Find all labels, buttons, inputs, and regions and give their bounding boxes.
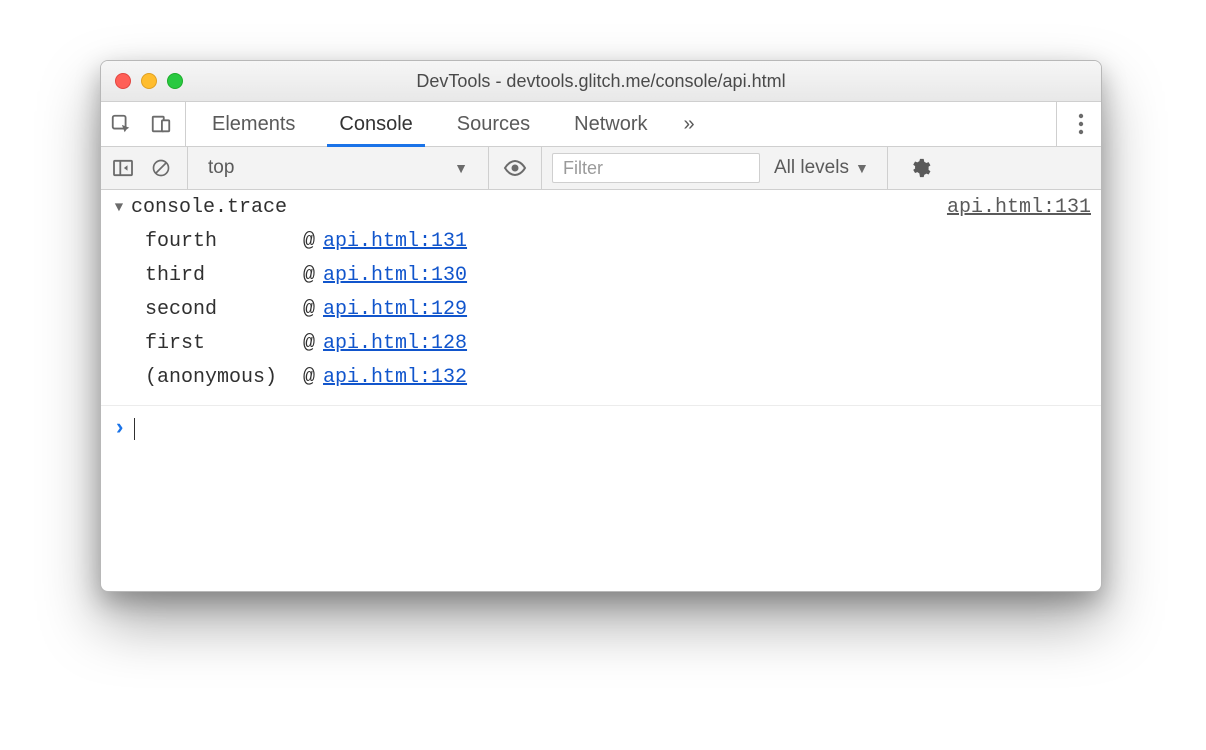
at-symbol: @ <box>303 259 315 293</box>
stack-frame: first @ api.html:128 <box>145 327 1091 361</box>
console-toolbar: top ▼ All levels ▼ <box>101 147 1101 190</box>
inspect-element-button[interactable] <box>101 113 141 135</box>
trace-header: ▼ console.trace api.html:131 <box>111 196 1091 219</box>
close-window-button[interactable] <box>115 73 131 89</box>
tab-label: Network <box>574 113 647 136</box>
text-cursor <box>134 418 135 440</box>
title-bar: DevTools - devtools.glitch.me/console/ap… <box>101 61 1101 102</box>
console-settings-button[interactable] <box>898 157 942 179</box>
frame-location-link[interactable]: api.html:130 <box>323 259 467 293</box>
frame-function: fourth <box>145 225 295 259</box>
tab-label: Sources <box>457 113 530 136</box>
device-toolbar-button[interactable] <box>141 113 181 135</box>
window-title: DevTools - devtools.glitch.me/console/ap… <box>101 71 1101 92</box>
stack-frame: fourth @ api.html:131 <box>145 225 1091 259</box>
separator <box>887 147 888 189</box>
kebab-icon <box>1078 113 1084 135</box>
zoom-window-button[interactable] <box>167 73 183 89</box>
tab-network[interactable]: Network <box>552 102 669 146</box>
disclosure-triangle[interactable]: ▼ <box>111 200 127 216</box>
frame-location-link[interactable]: api.html:131 <box>323 225 467 259</box>
tab-label: Console <box>339 113 412 136</box>
panel-tab-bar: Elements Console Sources Network » <box>101 102 1101 147</box>
separator <box>1056 102 1057 146</box>
levels-label: All levels <box>774 157 849 179</box>
minimize-window-button[interactable] <box>141 73 157 89</box>
trace-label: console.trace <box>131 196 287 219</box>
filter-input[interactable] <box>561 157 751 180</box>
console-prompt[interactable]: › <box>101 406 1101 451</box>
log-levels-selector[interactable]: All levels ▼ <box>766 157 877 179</box>
context-selector[interactable]: top ▼ <box>198 157 478 179</box>
context-label: top <box>208 157 234 179</box>
gear-icon <box>909 157 931 179</box>
separator <box>185 102 186 146</box>
frame-function: third <box>145 259 295 293</box>
console-trace-entry: ▼ console.trace api.html:131 fourth @ ap… <box>101 190 1101 406</box>
stack-frame: second @ api.html:129 <box>145 293 1091 327</box>
prompt-caret-icon: › <box>113 416 126 441</box>
stack-frame: (anonymous) @ api.html:132 <box>145 361 1091 395</box>
frame-location-link[interactable]: api.html:129 <box>323 293 467 327</box>
tabs-overflow-button[interactable]: » <box>670 102 709 146</box>
tab-console[interactable]: Console <box>317 102 434 146</box>
stack-frame: third @ api.html:130 <box>145 259 1091 293</box>
separator <box>541 147 542 189</box>
chevron-down-icon: ▼ <box>855 160 869 176</box>
at-symbol: @ <box>303 327 315 361</box>
frame-function: first <box>145 327 295 361</box>
tab-elements[interactable]: Elements <box>190 102 317 146</box>
at-symbol: @ <box>303 293 315 327</box>
at-symbol: @ <box>303 361 315 395</box>
traffic-lights <box>101 73 183 89</box>
frame-function: second <box>145 293 295 327</box>
clear-console-button[interactable] <box>145 152 177 184</box>
filter-field[interactable] <box>552 153 760 183</box>
stack-trace: fourth @ api.html:131 third @ api.html:1… <box>111 225 1091 395</box>
chevron-down-icon: ▼ <box>454 160 468 176</box>
more-options-button[interactable] <box>1061 102 1101 146</box>
overflow-glyph: » <box>684 113 695 136</box>
source-link[interactable]: api.html:131 <box>947 196 1091 219</box>
live-expression-button[interactable] <box>499 152 531 184</box>
frame-function: (anonymous) <box>145 361 295 395</box>
devtools-window: DevTools - devtools.glitch.me/console/ap… <box>100 60 1102 592</box>
frame-location-link[interactable]: api.html:128 <box>323 327 467 361</box>
tab-label: Elements <box>212 113 295 136</box>
toggle-console-sidebar-button[interactable] <box>107 152 139 184</box>
console-output: ▼ console.trace api.html:131 fourth @ ap… <box>101 190 1101 591</box>
frame-location-link[interactable]: api.html:132 <box>323 361 467 395</box>
at-symbol: @ <box>303 225 315 259</box>
tab-sources[interactable]: Sources <box>435 102 552 146</box>
separator <box>187 147 188 189</box>
separator <box>488 147 489 189</box>
